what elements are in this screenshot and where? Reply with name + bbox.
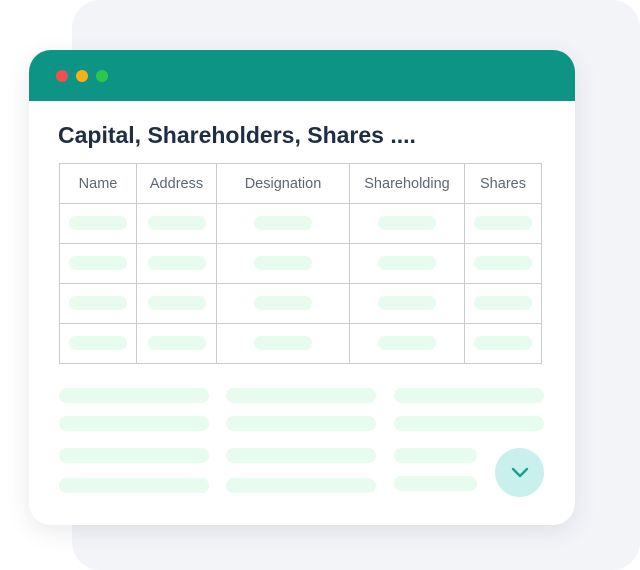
table-cell [136, 203, 217, 244]
table-cell [216, 203, 350, 244]
placeholder-pill [378, 216, 436, 231]
placeholder-pill [378, 336, 436, 351]
chevron-down-icon [511, 467, 528, 477]
placeholder-pill [254, 256, 312, 271]
table-cell [136, 283, 217, 324]
placeholder-line [59, 416, 209, 431]
table-cell [59, 243, 137, 284]
column-header-name: Name [59, 163, 137, 204]
table-cell [136, 323, 217, 364]
placeholder-line [394, 448, 477, 463]
placeholder-pill [69, 216, 127, 231]
table-row [59, 283, 542, 324]
placeholder-pill [474, 296, 532, 311]
table-header-row: Name Address Designation Shareholding Sh… [59, 163, 542, 204]
minimize-dot[interactable] [76, 70, 88, 82]
placeholder-pill [69, 256, 127, 271]
table-cell [136, 243, 217, 284]
table-cell [216, 283, 350, 324]
placeholder-line [226, 388, 376, 403]
placeholder-pill [254, 296, 312, 311]
placeholder-pill [378, 296, 436, 311]
close-dot[interactable] [56, 70, 68, 82]
placeholder-pill [69, 336, 127, 351]
placeholder-pill [69, 296, 127, 311]
placeholder-line [226, 478, 376, 493]
placeholder-pill [147, 216, 206, 231]
placeholder-pill [147, 336, 206, 351]
page-title: Capital, Shareholders, Shares .... [58, 122, 416, 148]
table-cell [59, 283, 137, 324]
title-bar [29, 50, 575, 101]
placeholder-pill [378, 256, 436, 271]
placeholder-line [226, 448, 376, 463]
placeholder-line [226, 416, 376, 431]
table-row [59, 203, 542, 244]
column-header-shareholding: Shareholding [349, 163, 465, 204]
app-window: Capital, Shareholders, Shares .... Name … [29, 50, 575, 525]
table-cell [59, 323, 137, 364]
placeholder-pill [474, 216, 532, 231]
placeholder-pill [474, 336, 532, 351]
table-cell [464, 243, 542, 284]
table-cell [349, 323, 465, 364]
table-cell [464, 203, 542, 244]
column-header-designation: Designation [216, 163, 350, 204]
shareholders-table: Name Address Designation Shareholding Sh… [59, 163, 542, 364]
table-cell [349, 283, 465, 324]
table-row [59, 243, 542, 284]
placeholder-line [59, 388, 209, 403]
table-row [59, 323, 542, 364]
placeholder-line [59, 448, 209, 463]
table-cell [216, 323, 350, 364]
placeholder-pill [254, 216, 312, 231]
column-header-shares: Shares [464, 163, 542, 204]
table-cell [59, 203, 137, 244]
column-header-address: Address [136, 163, 217, 204]
maximize-dot[interactable] [96, 70, 108, 82]
table-cell [464, 283, 542, 324]
placeholder-pill [254, 336, 312, 351]
placeholder-pill [147, 296, 206, 311]
placeholder-line [394, 476, 477, 491]
expand-button[interactable] [495, 448, 544, 497]
table-cell [349, 203, 465, 244]
placeholder-pill [474, 256, 532, 271]
table-cell [349, 243, 465, 284]
placeholder-pill [147, 256, 206, 271]
placeholder-line [394, 388, 544, 403]
table-cell [464, 323, 542, 364]
placeholder-line [59, 478, 209, 493]
placeholder-line [394, 416, 544, 431]
table-cell [216, 243, 350, 284]
